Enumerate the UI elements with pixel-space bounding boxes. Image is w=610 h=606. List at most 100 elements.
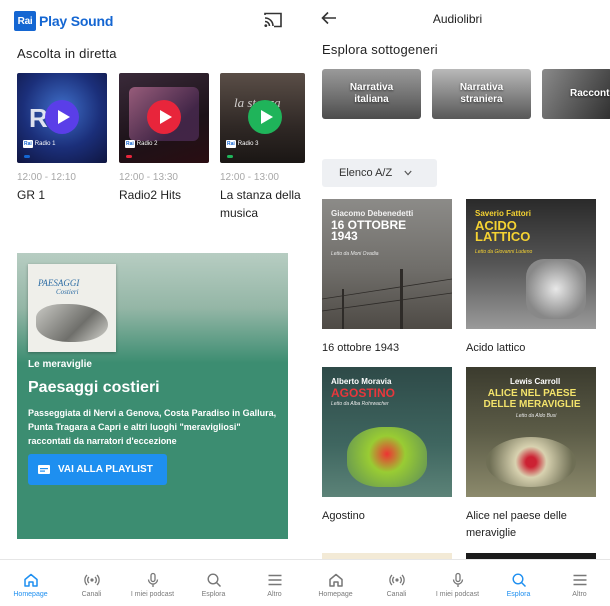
tab-homepage[interactable]: Homepage xyxy=(0,560,61,606)
cover-reader: Letto da Alba Rohrwacher xyxy=(331,401,389,407)
audiobooks-screen: Audiolibri Esplora sottogeneri Narrativa… xyxy=(305,0,610,606)
bottom-tab-bar: Homepage Canali I miei podcast Esplora A… xyxy=(305,559,610,606)
sort-filter-label: Elenco A/Z xyxy=(339,167,393,179)
cover-reader: Letto da Giovanni Ludeno xyxy=(475,249,533,255)
play-button[interactable] xyxy=(45,100,79,134)
book-card[interactable]: Saverio Fattori ACIDO LATTICO Letto da G… xyxy=(466,199,596,357)
live-program-name: Radio2 Hits xyxy=(119,188,182,202)
playlist-icon xyxy=(38,465,50,474)
shell-image xyxy=(36,304,108,342)
promo-banner: PAESAGGI Costieri Le meraviglie Paesaggi… xyxy=(17,253,288,539)
search-icon xyxy=(206,573,221,588)
tab-label: Esplora xyxy=(201,591,226,598)
tab-label: Altro xyxy=(572,591,587,598)
tab-canali[interactable]: Canali xyxy=(61,560,122,606)
chevron-down-icon xyxy=(404,170,412,176)
live-indicator xyxy=(227,155,233,158)
subgenre-card-narrativa-italiana[interactable]: Narrativa italiana xyxy=(322,69,421,119)
shoe-image xyxy=(526,259,586,319)
play-icon xyxy=(57,110,70,124)
live-card-radio2[interactable]: Rai Radio 2 12:00 - 13:30 Radio2 Hits xyxy=(119,73,209,204)
page-title: Audiolibri xyxy=(432,12,483,26)
menu-icon xyxy=(573,574,586,586)
tab-label: Homepage xyxy=(13,591,48,598)
promo-description: Passeggiata di Nervi a Genova, Costa Par… xyxy=(28,408,277,446)
cast-icon[interactable] xyxy=(264,12,282,28)
channel-brand: Rai Radio 3 xyxy=(226,140,259,148)
live-thumb: la stanza RaiRadio 3 xyxy=(220,73,305,163)
book-card[interactable]: Alberto Moravia AGOSTINO Letto da Alba R… xyxy=(322,367,452,525)
book-card[interactable]: Lewis Carroll ALICE NEL PAESE DELLE MERA… xyxy=(466,367,596,542)
live-card-radio3[interactable]: la stanza RaiRadio 3 12:00 - 13:00 La st… xyxy=(220,73,305,222)
tab-homepage[interactable]: Homepage xyxy=(305,560,366,606)
promo-kicker: Le meraviglie xyxy=(28,359,92,370)
subgenre-card-narrativa-straniera[interactable]: Narrativa straniera xyxy=(432,69,531,119)
cover-author: Lewis Carroll xyxy=(510,377,561,386)
live-program-name: La stanza della musica xyxy=(220,188,301,220)
app-name: Play Sound xyxy=(39,13,114,29)
tab-label: Altro xyxy=(267,591,282,598)
subgenres-section-title: Esplora sottogeneri xyxy=(322,42,438,57)
microphone-icon xyxy=(452,572,463,587)
book-cover: Giacomo Debenedetti 16 OTTOBRE 1943 Lett… xyxy=(322,199,452,329)
book-card[interactable]: Giacomo Debenedetti 16 OTTOBRE 1943 Lett… xyxy=(322,199,452,357)
promo-cover-title: PAESAGGI xyxy=(38,278,80,288)
tab-altro[interactable]: Altro xyxy=(244,560,305,606)
playlist-button[interactable]: VAI ALLA PLAYLIST xyxy=(28,454,167,485)
mushroom-image xyxy=(486,437,576,487)
live-card-radio1[interactable]: Ra RaiRadio 1 12:00 - 12:10 GR 1 xyxy=(17,73,107,204)
tab-label: Homepage xyxy=(318,591,353,598)
tab-label: Esplora xyxy=(506,591,531,598)
live-thumb: Ra RaiRadio 1 xyxy=(17,73,107,163)
book-title: Acido lattico xyxy=(466,342,526,354)
live-indicator xyxy=(24,155,30,158)
live-section-title: Ascolta in diretta xyxy=(17,46,117,61)
sort-filter-dropdown[interactable]: Elenco A/Z xyxy=(322,159,437,187)
channel-brand: Rai Radio 1 xyxy=(23,140,56,148)
barbed-wire-image xyxy=(322,269,452,329)
raiplaysound-logo[interactable]: Rai Play Sound xyxy=(14,11,113,31)
book-cover: Alberto Moravia AGOSTINO Letto da Alba R… xyxy=(322,367,452,497)
live-time: 12:00 - 13:30 xyxy=(119,172,178,183)
tab-esplora[interactable]: Esplora xyxy=(488,560,549,606)
cover-author: Saverio Fattori xyxy=(475,209,532,218)
cactus-image xyxy=(347,427,427,487)
cover-title: ACIDO LATTICO xyxy=(475,218,531,244)
radio-waves-icon xyxy=(388,574,405,586)
cover-title: 16 OTTOBRE 1943 xyxy=(331,218,407,243)
cover-title: AGOSTINO xyxy=(331,386,396,400)
homepage-screen: Rai Play Sound Ascolta in diretta Ra Rai… xyxy=(0,0,305,606)
cover-reader: Letto da Moni Ovadia xyxy=(331,251,379,257)
subgenre-card-racconti[interactable]: Raccont xyxy=(542,69,610,119)
play-icon xyxy=(159,110,172,124)
cover-reader: Letto da Aldo Busi xyxy=(516,413,557,419)
cover-author: Giacomo Debenedetti xyxy=(331,209,414,218)
subgenre-label: Narrativa italiana xyxy=(349,82,394,105)
play-button[interactable] xyxy=(147,100,181,134)
promo-cover: PAESAGGI Costieri xyxy=(28,264,116,352)
search-icon xyxy=(511,573,526,588)
tab-esplora[interactable]: Esplora xyxy=(183,560,244,606)
tab-podcast[interactable]: I miei podcast xyxy=(122,560,183,606)
subgenre-label: Raccont xyxy=(570,88,610,99)
play-icon xyxy=(260,110,273,124)
live-program-name: GR 1 xyxy=(17,188,46,202)
play-button[interactable] xyxy=(248,100,282,134)
live-indicator xyxy=(126,155,132,158)
radio-waves-icon xyxy=(83,574,100,586)
rai-logo-badge: Rai xyxy=(14,11,36,31)
microphone-icon xyxy=(147,572,158,587)
channel-brand: Rai Radio 2 xyxy=(125,140,158,148)
home-icon xyxy=(23,573,38,587)
promo-cover-subtitle: Costieri xyxy=(56,288,79,296)
menu-icon xyxy=(268,574,281,586)
tab-label: Canali xyxy=(81,591,102,598)
live-thumb: Rai Radio 2 xyxy=(119,73,209,163)
bottom-tab-bar: Homepage Canali I miei podcast Esplora A… xyxy=(0,559,305,606)
tab-podcast[interactable]: I miei podcast xyxy=(427,560,488,606)
tab-canali[interactable]: Canali xyxy=(366,560,427,606)
book-title: Agostino xyxy=(322,510,365,522)
tab-label: I miei podcast xyxy=(130,591,175,598)
tab-altro[interactable]: Altro xyxy=(549,560,610,606)
cover-title: ALICE NEL PAESE DELLE MERAVIGLIE xyxy=(483,388,581,410)
